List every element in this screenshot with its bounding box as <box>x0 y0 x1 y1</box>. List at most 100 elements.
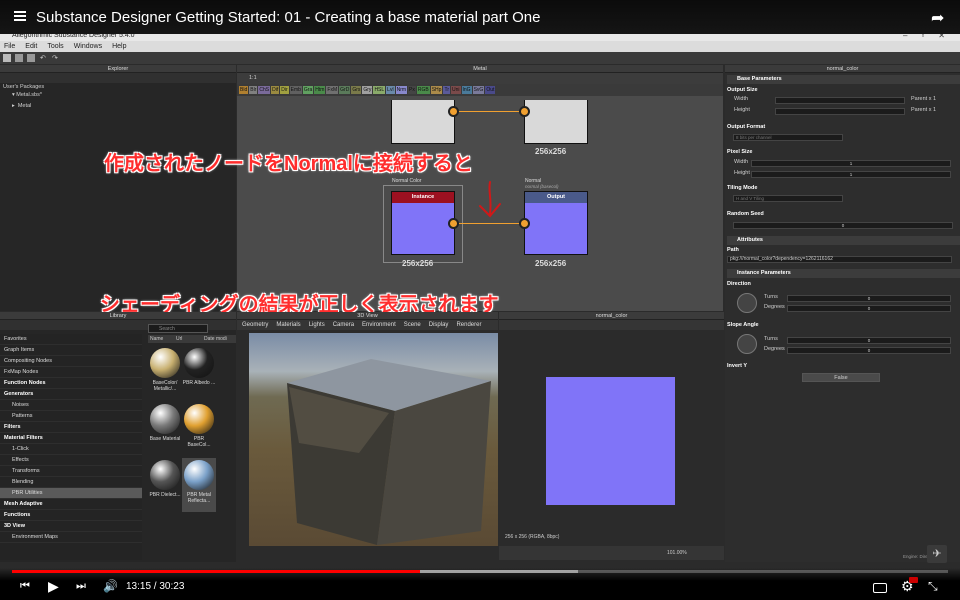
library-item[interactable]: Function Nodes <box>0 378 142 389</box>
view3d-menu-item[interactable]: Environment <box>362 320 396 330</box>
library-item[interactable]: Blending <box>0 477 142 488</box>
library-item[interactable]: 3D View <box>0 521 142 532</box>
tiling-select[interactable]: H and V Tiling <box>733 195 843 202</box>
node-chip-tr[interactable]: Tr <box>443 86 450 94</box>
explorer-package[interactable]: ▾ Metal.sbs* <box>0 91 236 99</box>
port-top-in[interactable] <box>519 106 530 117</box>
col-url[interactable]: Url <box>176 335 204 343</box>
port-top-out[interactable] <box>448 106 459 117</box>
node-chip-dir[interactable]: Dir <box>280 86 289 94</box>
slope-dial[interactable] <box>737 334 757 354</box>
direction-turns[interactable]: 0 <box>787 295 951 302</box>
port-normal-in[interactable] <box>519 218 530 229</box>
node-chip-ing[interactable]: InG <box>461 86 472 94</box>
redo-icon[interactable]: ↷ <box>52 54 60 62</box>
channel-watermark-icon[interactable]: ✈ <box>927 545 947 563</box>
explorer-graph[interactable]: ▸ Metal <box>0 102 236 110</box>
slope-turns[interactable]: 0 <box>787 337 951 344</box>
library-item[interactable]: Functions <box>0 510 142 521</box>
node-chip-blr[interactable]: Blr <box>249 86 258 94</box>
node-chip-bld[interactable]: Bld <box>239 86 249 94</box>
library-item[interactable]: Mesh Adaptive <box>0 499 142 510</box>
node-chip-svg[interactable]: SvG <box>472 86 485 94</box>
library-item[interactable]: PBR Utilities <box>0 488 142 499</box>
view3d-menu-item[interactable]: Display <box>429 320 449 330</box>
view3d-viewport[interactable] <box>249 333 498 546</box>
library-search[interactable]: Search <box>148 324 208 333</box>
exit-fullscreen-icon[interactable]: ⤡ <box>928 579 938 594</box>
port-normal-out[interactable] <box>448 218 459 229</box>
node-normal-color[interactable]: Instance <box>391 191 455 255</box>
node-chip-gra[interactable]: Gra <box>302 86 314 94</box>
library-item[interactable]: Favorites <box>0 334 142 345</box>
graph-node-top-right[interactable] <box>524 100 588 144</box>
node-chip-gry[interactable]: Gry <box>362 86 373 94</box>
library-thumb[interactable]: Base Material <box>148 402 182 456</box>
graph-node-top-left[interactable] <box>391 100 455 144</box>
attributes-section[interactable]: Attributes <box>727 236 960 245</box>
node-chip-uni[interactable]: Uni <box>451 86 461 94</box>
view3d-menu-item[interactable]: Materials <box>276 320 300 330</box>
view3d-menu-item[interactable]: Scene <box>404 320 421 330</box>
invert-y-toggle[interactable]: False <box>802 373 880 382</box>
view3d-menu-item[interactable]: Camera <box>333 320 354 330</box>
normal-texture-preview[interactable] <box>546 377 675 505</box>
col-name[interactable]: Name <box>148 335 176 343</box>
menu-tools[interactable]: Tools <box>47 41 63 52</box>
view3d-menu-item[interactable]: Renderer <box>456 320 481 330</box>
output-format-select[interactable]: 8 bits per channel <box>733 134 843 141</box>
volume-icon[interactable]: 🔊 <box>103 579 118 593</box>
base-params-section[interactable]: Base Parameters <box>727 75 960 84</box>
view3d-menu-item[interactable]: Geometry <box>242 320 268 330</box>
library-item[interactable]: Graph Items <box>0 345 142 356</box>
library-item[interactable]: FxMap Nodes <box>0 367 142 378</box>
node-chip-shp[interactable]: SHp <box>430 86 443 94</box>
node-chip-nrm[interactable]: Nrm <box>395 86 408 94</box>
library-thumb[interactable]: PBR BaseCol... <box>182 402 216 456</box>
node-chip-lvl[interactable]: Lvl <box>386 86 395 94</box>
library-thumb[interactable]: PBR Albedo ... <box>182 346 216 400</box>
node-chip-grd[interactable]: GrD <box>339 86 351 94</box>
instance-params-section[interactable]: Instance Parameters <box>727 269 960 278</box>
library-item[interactable]: Transforms <box>0 466 142 477</box>
share-icon[interactable]: ➦ <box>931 8 944 28</box>
node-chip-rgb[interactable]: RGB <box>416 86 430 94</box>
node-chip-out[interactable]: Out <box>485 86 496 94</box>
node-chip-grs[interactable]: Grs <box>351 86 362 94</box>
library-item[interactable]: Environment Maps <box>0 532 142 543</box>
library-item[interactable]: Noises <box>0 400 142 411</box>
previous-icon[interactable]: ⏮ <box>20 580 30 593</box>
library-thumb[interactable]: BaseColor/ Metallic/... <box>148 346 182 400</box>
save-icon[interactable] <box>27 54 35 62</box>
library-item[interactable]: Material Filters <box>0 433 142 444</box>
node-chip-hsl[interactable]: HSL <box>373 86 386 94</box>
menu-edit[interactable]: Edit <box>25 41 37 52</box>
direction-degrees[interactable]: 0 <box>787 305 951 312</box>
seed-field[interactable]: 0 <box>733 222 953 229</box>
node-chip-dif[interactable]: Dif <box>271 86 280 94</box>
height-slider[interactable] <box>775 108 905 115</box>
node-chip-chs[interactable]: ChS <box>258 86 271 94</box>
open-icon[interactable] <box>15 54 23 62</box>
progress-track[interactable] <box>12 570 948 573</box>
slope-degrees[interactable]: 0 <box>787 347 951 354</box>
pxh-field[interactable]: 1 <box>751 171 951 178</box>
view3d-menu-item[interactable]: Lights <box>309 320 325 330</box>
library-thumb[interactable]: PBR Dielect... <box>148 458 182 512</box>
menu-file[interactable]: File <box>4 41 15 52</box>
pxw-field[interactable]: 1 <box>751 160 951 167</box>
playlist-icon[interactable] <box>14 11 26 13</box>
width-slider[interactable] <box>775 97 905 104</box>
library-item[interactable]: Filters <box>0 422 142 433</box>
video-title[interactable]: Substance Designer Getting Started: 01 -… <box>36 9 540 26</box>
new-icon[interactable] <box>3 54 11 62</box>
node-output[interactable]: Output <box>524 191 588 255</box>
library-item[interactable]: Effects <box>0 455 142 466</box>
captions-icon[interactable] <box>873 583 887 593</box>
direction-dial[interactable] <box>737 293 757 313</box>
node-chip-emb[interactable]: Emb <box>289 86 302 94</box>
next-icon[interactable]: ⏭ <box>76 580 86 593</box>
node-chip-px[interactable]: Px <box>408 86 416 94</box>
library-item[interactable]: Generators <box>0 389 142 400</box>
menu-help[interactable]: Help <box>112 41 126 52</box>
